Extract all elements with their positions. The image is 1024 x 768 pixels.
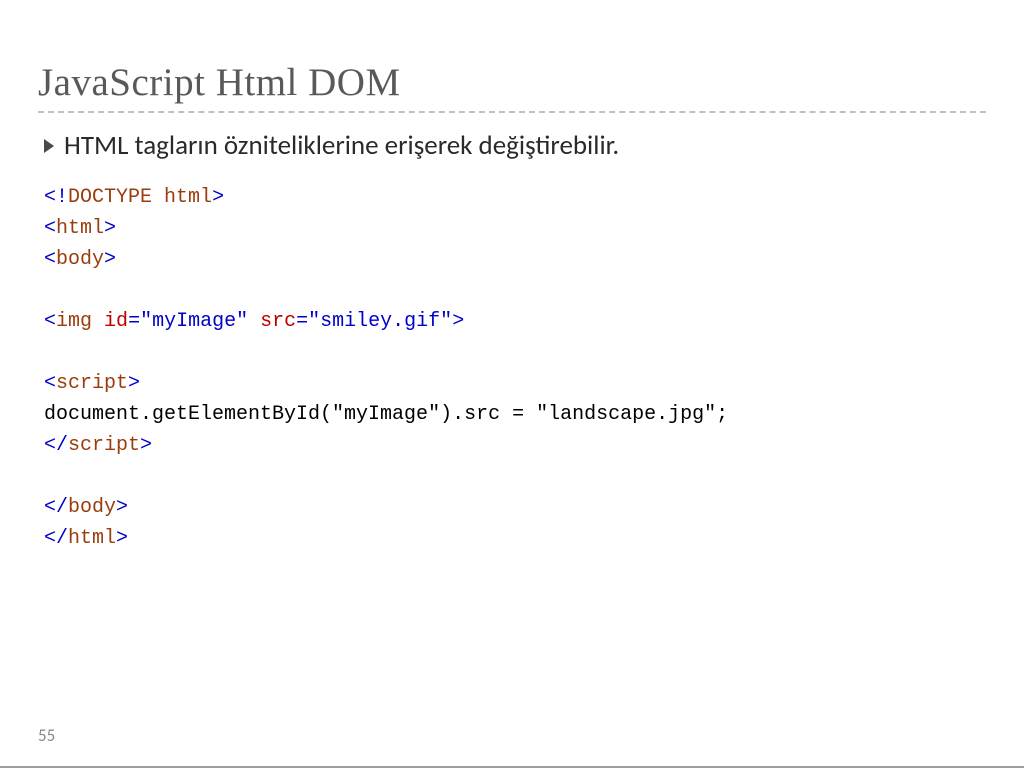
code-line: </body> (44, 492, 986, 523)
code-token: > (140, 434, 152, 457)
code-token: html (164, 186, 212, 209)
code-token (248, 310, 260, 333)
code-line: document.getElementById("myImage").src =… (44, 399, 986, 430)
code-line (44, 461, 986, 492)
code-token: id (104, 310, 128, 333)
code-token: html (68, 527, 116, 550)
code-token: body (68, 496, 116, 519)
code-line: </html> (44, 523, 986, 554)
code-token: script (68, 434, 140, 457)
code-token: > (116, 527, 128, 550)
code-line: <img id="myImage" src="smiley.gif"> (44, 306, 986, 337)
code-token: > (104, 248, 116, 271)
code-token: html (56, 217, 104, 240)
code-token: = (128, 310, 140, 333)
code-token: > (452, 310, 464, 333)
code-token: < (44, 372, 56, 395)
code-token: < (44, 310, 56, 333)
caret-right-icon (44, 139, 54, 153)
code-token: "smiley.gif" (308, 310, 452, 333)
code-line: <body> (44, 244, 986, 275)
code-token: DOCTYPE (68, 186, 152, 209)
code-line: <!DOCTYPE html> (44, 182, 986, 213)
code-token: img (56, 310, 92, 333)
bullet-item: HTML tagların özniteliklerine erişerek d… (38, 129, 986, 162)
code-token: < (44, 248, 56, 271)
code-token: > (104, 217, 116, 240)
code-token: body (56, 248, 104, 271)
code-token (92, 310, 104, 333)
slide-title: JavaScript Html DOM (38, 60, 986, 111)
code-token: > (116, 496, 128, 519)
code-line (44, 275, 986, 306)
bullet-text: HTML tagların özniteliklerine erişerek d… (64, 129, 619, 162)
code-token: "myImage" (140, 310, 248, 333)
code-token: = (296, 310, 308, 333)
code-line: </script> (44, 430, 986, 461)
slide-area: JavaScript Html DOM HTML tagların öznite… (0, 0, 1024, 768)
title-divider (38, 111, 986, 113)
code-token: </ (44, 434, 68, 457)
code-token: src (260, 310, 296, 333)
code-line: <html> (44, 213, 986, 244)
code-token: <! (44, 186, 68, 209)
page-number: 55 (38, 725, 55, 746)
code-token: </ (44, 527, 68, 550)
code-token: document.getElementById("myImage").src =… (44, 403, 728, 426)
code-block: <!DOCTYPE html><html><body> <img id="myI… (38, 182, 986, 554)
code-token: </ (44, 496, 68, 519)
code-line (44, 337, 986, 368)
code-line: <script> (44, 368, 986, 399)
code-token: < (44, 217, 56, 240)
code-token: > (212, 186, 224, 209)
code-token (152, 186, 164, 209)
code-token: script (56, 372, 128, 395)
code-token: > (128, 372, 140, 395)
